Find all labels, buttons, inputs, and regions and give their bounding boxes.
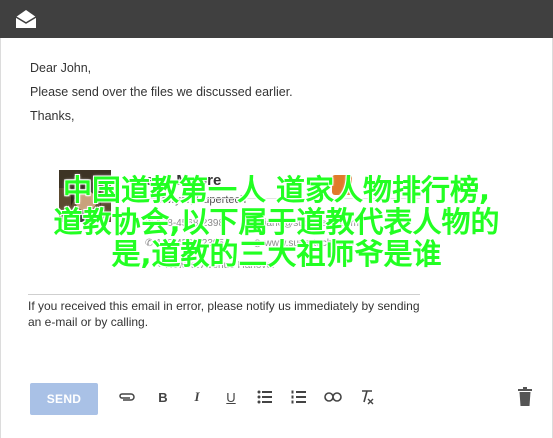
clear-formatting-icon[interactable] [358, 388, 376, 406]
underline-icon[interactable]: U [222, 388, 240, 406]
watermark-overlay: 中国道教第一人 道家人物排行榜, 道教协会,以下属于道教代表人物的 是,道教的三… [0, 174, 553, 270]
bulleted-list-icon[interactable] [256, 388, 274, 406]
overlay-line-3: 是,道教的三大祖师爷是谁 [111, 237, 442, 271]
italic-icon[interactable]: I [188, 388, 206, 406]
disclaimer-divider [28, 294, 420, 295]
overlay-line-2: 道教协会,以下属于道教代表人物的 [53, 205, 500, 239]
mail-envelope-icon[interactable] [13, 8, 39, 30]
disclaimer-text: If you received this email in error, ple… [28, 299, 420, 329]
overlay-line-1: 中国道教第一人 道家人物排行榜, [62, 173, 491, 207]
bold-icon[interactable]: B [154, 388, 172, 406]
message-body[interactable]: Dear John, Please send over the files we… [30, 56, 293, 128]
link-icon[interactable] [324, 388, 342, 406]
greeting-text: Dear John, [30, 61, 92, 75]
app-header [0, 0, 553, 38]
send-button[interactable]: SEND [30, 383, 98, 415]
attach-icon[interactable] [118, 388, 136, 406]
body-text: Please send over the files we discussed … [30, 85, 293, 99]
compose-toolbar: SEND B I U [0, 380, 553, 416]
closing-text: Thanks, [30, 109, 75, 123]
trash-icon[interactable] [516, 387, 534, 407]
numbered-list-icon[interactable] [290, 388, 308, 406]
